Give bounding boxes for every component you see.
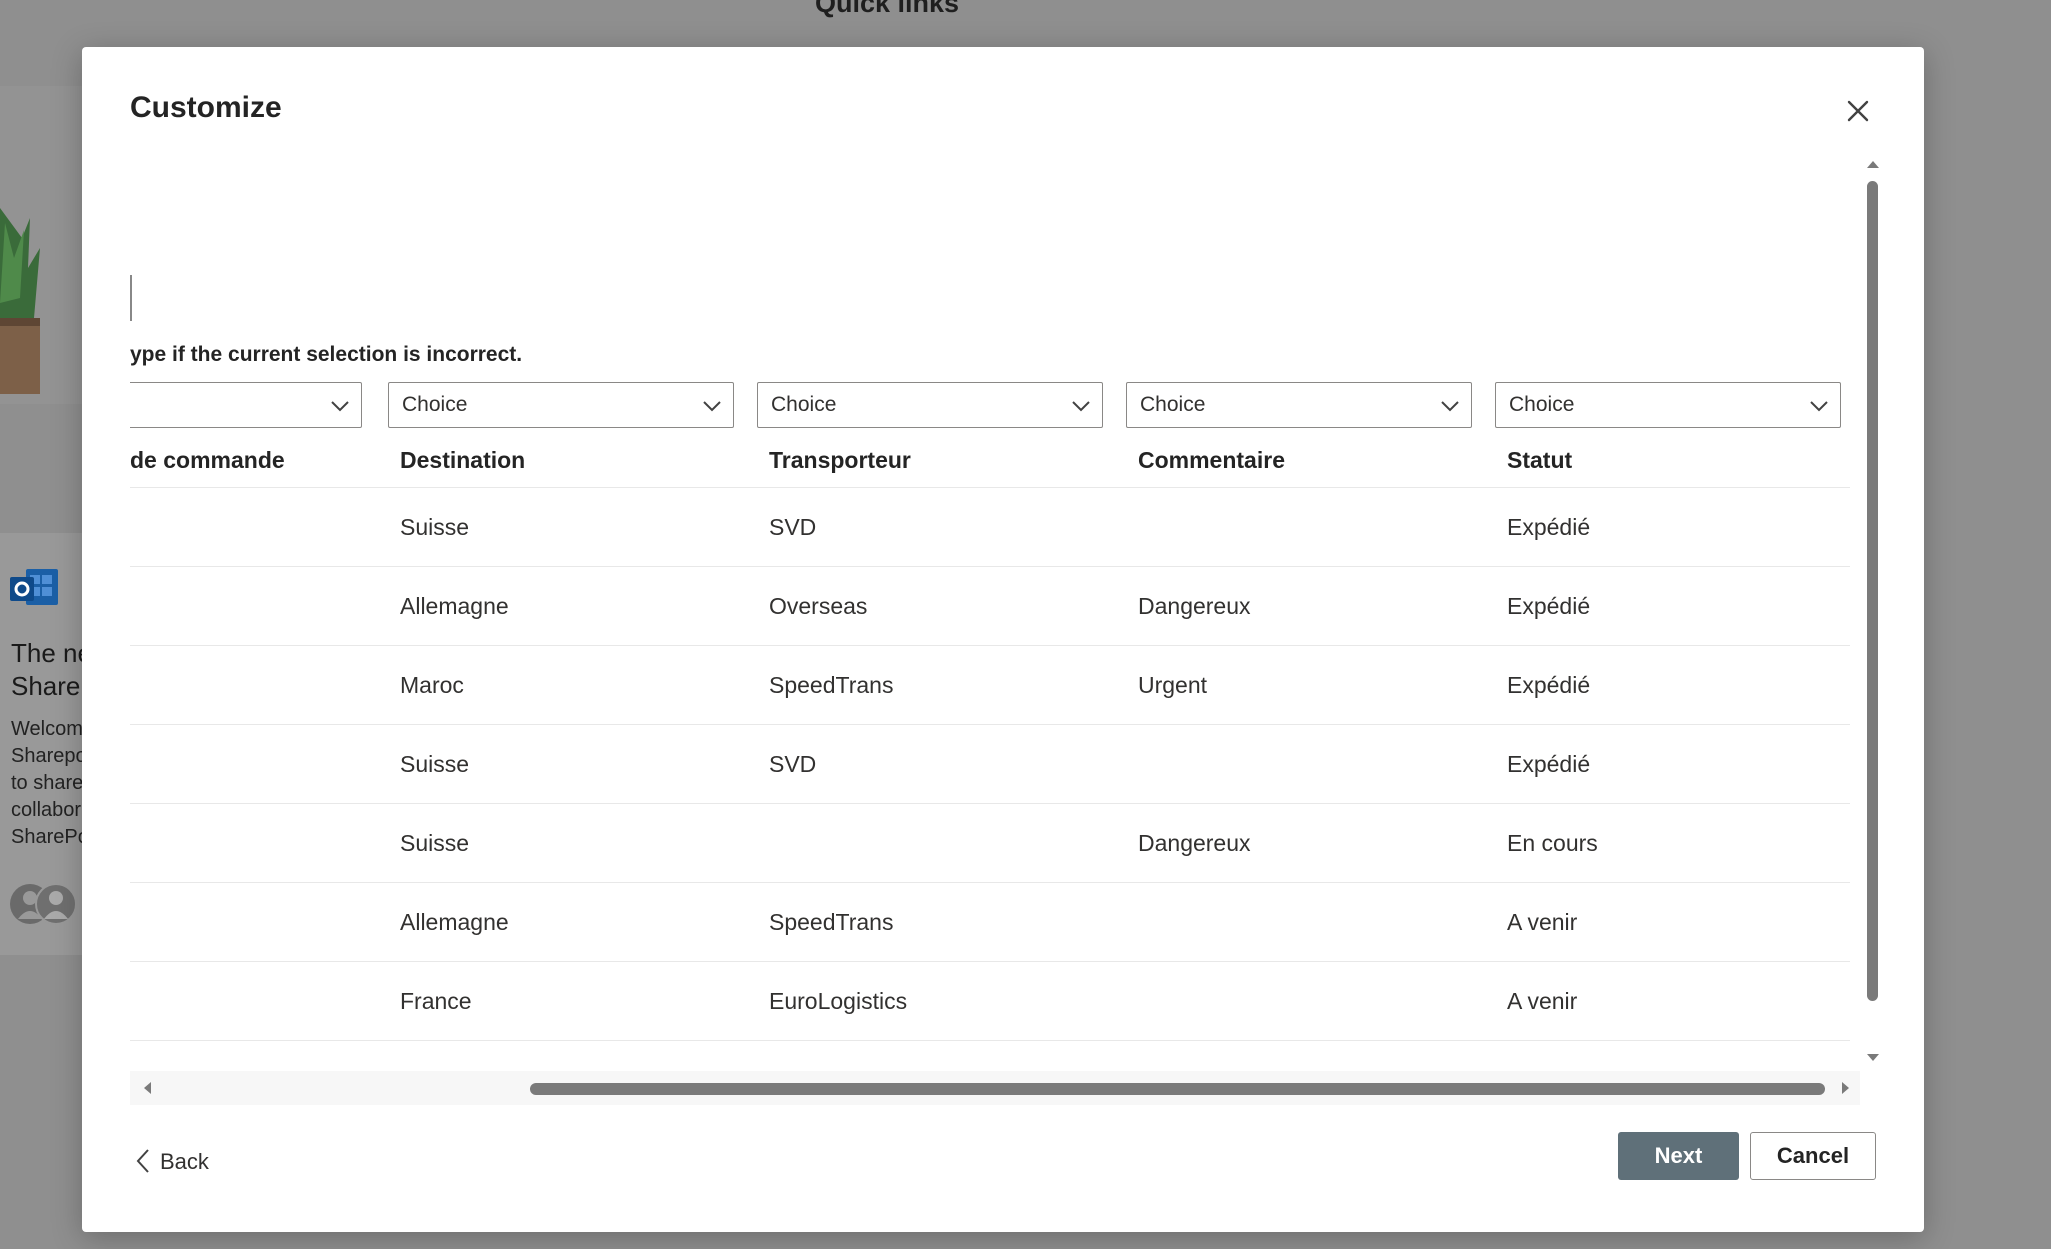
dialog-title: Customize — [130, 91, 282, 124]
table-cell: Dangereux — [1138, 830, 1251, 856]
table-cell: En cours — [1507, 830, 1598, 856]
table-cell: Expédié — [1507, 751, 1591, 777]
page-title-quick-links: Quick links — [815, 0, 960, 18]
column-header: de commande — [130, 447, 285, 473]
row-divider — [130, 724, 1850, 725]
table-cell: Expédié — [1507, 672, 1591, 698]
card-heading-line: Sharep — [11, 671, 82, 701]
table-cell: Expédié — [1507, 514, 1591, 540]
dropdown-value: Choice — [1140, 393, 1206, 416]
table-cell: Suisse — [400, 751, 470, 777]
table-cell: EuroLogistics — [769, 988, 908, 1014]
chevron-down-icon — [703, 401, 721, 412]
vertical-scroll-thumb[interactable] — [1867, 181, 1878, 1001]
instruction-text: ype if the current selection is incorrec… — [130, 343, 523, 366]
column-header: Statut — [1507, 447, 1573, 473]
table-cell: France — [400, 988, 472, 1014]
scroll-left-arrow-icon[interactable] — [140, 1080, 154, 1096]
table-cell: Urgent — [1138, 672, 1208, 698]
table-cell: Expédié — [1507, 593, 1591, 619]
table-cell: SVD — [769, 514, 817, 540]
row-divider — [130, 645, 1850, 646]
scroll-viewport[interactable]: ype if the current selection is incorrec… — [130, 157, 1868, 1101]
row-divider — [130, 566, 1850, 567]
close-icon — [1847, 100, 1869, 122]
back-label: Back — [160, 1149, 209, 1174]
cancel-button[interactable]: Cancel — [1750, 1132, 1876, 1180]
dropdown-value: Choice — [1509, 393, 1575, 416]
horizontal-scroll-thumb[interactable] — [530, 1083, 1825, 1095]
column-header: Destination — [400, 447, 526, 473]
table-cell: SpeedTrans — [769, 909, 894, 935]
table-cell: A venir — [1507, 988, 1578, 1014]
row-divider — [130, 487, 1850, 488]
text-cursor — [130, 275, 132, 321]
table-cell: Dangereux — [1138, 593, 1251, 619]
column-type-dropdown-commentaire[interactable]: Choice — [1126, 382, 1472, 428]
table-cell: Allemagne — [400, 593, 509, 619]
close-button[interactable] — [1838, 91, 1878, 131]
scroll-up-arrow-icon[interactable] — [1865, 157, 1881, 171]
table-cell: Overseas — [769, 593, 868, 619]
chevron-down-icon — [331, 401, 349, 412]
avatar-group-icon — [10, 883, 77, 925]
table-cell: Suisse — [400, 830, 470, 856]
column-type-dropdown-transporteur[interactable]: Choice — [757, 382, 1103, 428]
vertical-scrollbar[interactable] — [1863, 157, 1881, 1073]
chevron-left-icon — [136, 1149, 149, 1173]
table-cell: SVD — [769, 751, 817, 777]
row-divider — [130, 803, 1850, 804]
card-body-line: Sharepo — [11, 745, 82, 767]
card-body-line: SharePo — [11, 826, 82, 848]
table-cell: Maroc — [400, 672, 464, 698]
scroll-down-arrow-icon[interactable] — [1865, 1051, 1881, 1065]
row-divider — [130, 961, 1850, 962]
dropdown-value: Choice — [402, 393, 468, 416]
next-button[interactable]: Next — [1618, 1132, 1739, 1180]
column-type-dropdown-1[interactable] — [130, 382, 362, 428]
row-divider — [130, 1040, 1850, 1041]
outlook-icon — [10, 569, 58, 605]
column-type-dropdown-statut[interactable]: Choice — [1495, 382, 1841, 428]
table-cell: SpeedTrans — [769, 672, 894, 698]
card-body-line: to share — [11, 772, 82, 794]
plant-image-icon — [0, 208, 40, 394]
table-cell: Suisse — [400, 514, 470, 540]
card-heading: The ne Sharep — [11, 637, 82, 703]
card-heading-line: The ne — [11, 638, 82, 668]
column-header: Transporteur — [769, 447, 911, 473]
card-body: Welcom Sharepo to share collabor SharePo — [11, 716, 82, 851]
chevron-down-icon — [1072, 401, 1090, 412]
card-body-line: Welcom — [11, 718, 82, 740]
column-header: Commentaire — [1138, 447, 1285, 473]
background-hero-image — [0, 86, 82, 404]
table-cell: Allemagne — [400, 909, 509, 935]
scroll-right-arrow-icon[interactable] — [1839, 1080, 1853, 1096]
column-type-dropdown-destination[interactable]: Choice — [388, 382, 734, 428]
dropdown-value: Choice — [771, 393, 837, 416]
horizontal-scrollbar[interactable] — [130, 1071, 1860, 1105]
row-divider — [130, 882, 1850, 883]
customize-dialog: Customize ype if the current selection i… — [82, 47, 1924, 1232]
card-body-line: collabor — [11, 799, 82, 821]
table-cell: A venir — [1507, 909, 1578, 935]
chevron-down-icon — [1810, 401, 1828, 412]
background-news-card: The ne Sharep Welcom Sharepo to share co… — [0, 533, 82, 955]
chevron-down-icon — [1441, 401, 1459, 412]
